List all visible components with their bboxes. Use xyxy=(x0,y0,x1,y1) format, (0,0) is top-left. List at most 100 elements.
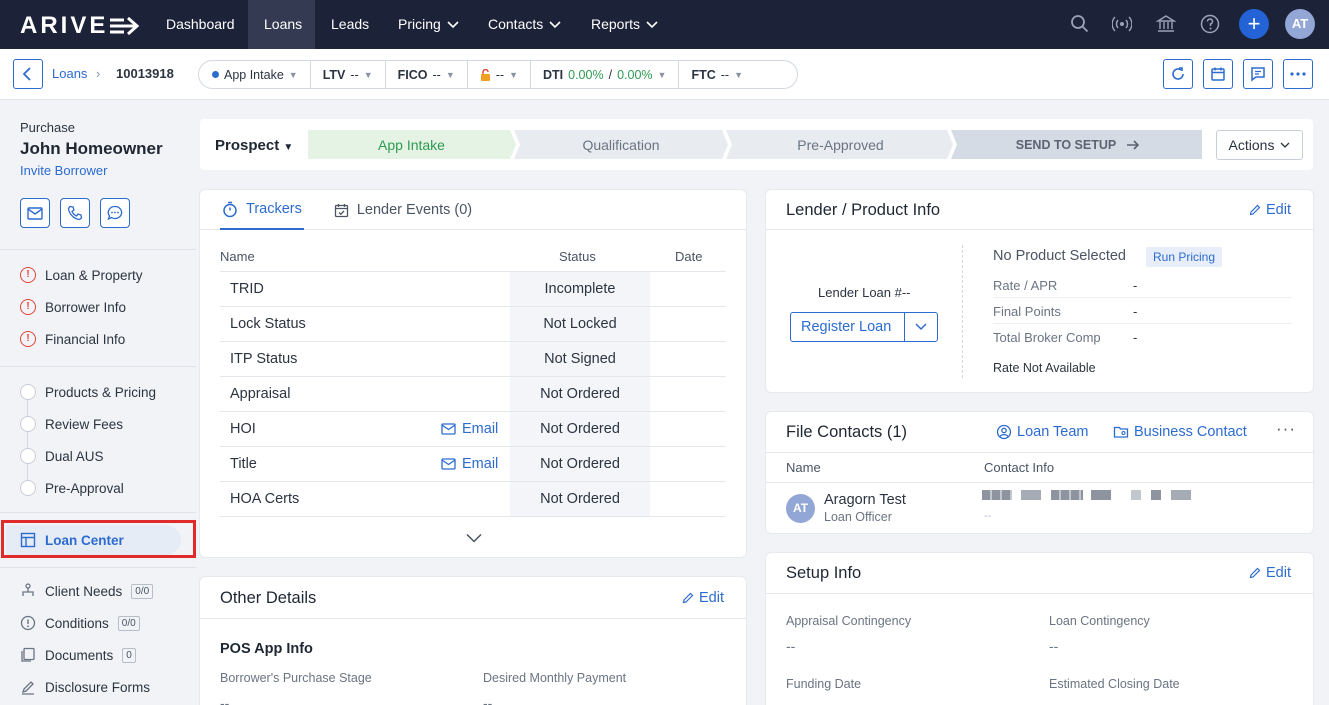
nav-label: Reports xyxy=(591,16,641,32)
register-loan-button[interactable]: Register Loan xyxy=(801,319,891,335)
other-details-title: Other Details xyxy=(220,589,317,607)
pen-icon xyxy=(21,681,34,695)
tracker-status: Not Signed xyxy=(510,342,650,376)
bank-icon[interactable] xyxy=(1156,14,1176,34)
refresh-icon xyxy=(1172,67,1184,80)
send-to-setup-button[interactable]: SEND TO SETUP xyxy=(954,130,1202,159)
sidebar-item-loan-property[interactable]: ! Loan & Property xyxy=(20,264,143,286)
calendar-button[interactable] xyxy=(1203,59,1233,89)
stage-app-intake[interactable]: App Intake xyxy=(308,130,515,159)
final-points-label: Final Points xyxy=(993,304,1061,319)
email-hoi-link[interactable]: Email xyxy=(441,421,498,437)
sidebar-item-conditions[interactable]: Conditions 0/0 xyxy=(20,612,140,634)
sidebar-item-client-needs[interactable]: Client Needs 0/0 xyxy=(20,580,154,602)
column-header-date[interactable]: Date xyxy=(675,249,702,264)
step-circle-icon xyxy=(20,416,36,432)
sidebar-item-pre-approval[interactable]: Pre-Approval xyxy=(20,477,124,499)
dti-separator: / xyxy=(608,67,613,82)
tab-lender-events[interactable]: Lender Events (0) xyxy=(334,190,472,230)
search-icon[interactable] xyxy=(1070,14,1090,34)
contacts-more-button[interactable]: ··· xyxy=(1276,419,1296,439)
sidebar-divider xyxy=(0,366,196,367)
column-header-name[interactable]: Name xyxy=(220,249,255,264)
tracker-row-title[interactable]: Title Email Not Ordered xyxy=(220,446,726,481)
contact-name[interactable]: Aragorn Test xyxy=(824,492,906,508)
rate-apr-value: - xyxy=(1133,278,1138,293)
loan-team-button[interactable]: Loan Team xyxy=(996,424,1088,440)
phone-icon xyxy=(67,205,83,221)
back-button[interactable] xyxy=(13,59,43,89)
email-label: Email xyxy=(462,421,499,437)
ltv-pill[interactable]: LTV -- ▼ xyxy=(311,61,386,88)
sidebar-item-financial-info[interactable]: ! Financial Info xyxy=(20,328,125,350)
tracker-row-appraisal[interactable]: Appraisal Not Ordered xyxy=(220,376,726,411)
tracker-row-itp-status[interactable]: ITP Status Not Signed xyxy=(220,341,726,376)
count-badge: 0/0 xyxy=(131,583,154,599)
actions-dropdown[interactable]: Actions xyxy=(1216,130,1303,160)
message-button[interactable] xyxy=(1243,59,1273,89)
stage-pre-approved[interactable]: Pre-Approved xyxy=(727,130,954,159)
chevron-down-icon[interactable] xyxy=(915,323,927,331)
sidebar-item-label: Documents xyxy=(45,647,114,663)
chat-borrower-button[interactable] xyxy=(100,198,130,228)
sidebar-item-dual-aus[interactable]: Dual AUS xyxy=(20,445,104,467)
refresh-button[interactable] xyxy=(1163,59,1193,89)
fico-pill[interactable]: FICO -- ▼ xyxy=(386,61,468,88)
purchase-stage-label: Borrower's Purchase Stage xyxy=(220,671,372,685)
sidebar-item-borrower-info[interactable]: ! Borrower Info xyxy=(20,296,126,318)
sidebar-item-review-fees[interactable]: Review Fees xyxy=(20,413,123,435)
more-options-button[interactable] xyxy=(1283,59,1313,89)
other-details-edit-button[interactable]: Edit xyxy=(682,590,724,606)
tracker-row-lock-status[interactable]: Lock Status Not Locked xyxy=(220,306,726,341)
ftc-label: FTC xyxy=(691,67,716,82)
rate-not-available: Rate Not Available xyxy=(993,361,1096,375)
email-title-link[interactable]: Email xyxy=(441,456,498,472)
lender-edit-button[interactable]: Edit xyxy=(1249,202,1291,218)
sidebar-item-products-pricing[interactable]: Products & Pricing xyxy=(20,381,156,403)
stage-pill[interactable]: App Intake ▼ xyxy=(199,61,311,88)
contact-avatar: AT xyxy=(786,494,815,523)
help-icon[interactable] xyxy=(1200,14,1220,34)
call-borrower-button[interactable] xyxy=(60,198,90,228)
tab-trackers[interactable]: Trackers xyxy=(220,190,304,230)
breadcrumb-loans-link[interactable]: Loans xyxy=(52,66,87,81)
nav-loans[interactable]: Loans xyxy=(248,0,315,49)
dti-front-value: 0.00% xyxy=(568,67,604,82)
expand-chevron-icon[interactable] xyxy=(466,533,482,543)
nav-dashboard[interactable]: Dashboard xyxy=(150,0,251,49)
purchase-stage-value: -- xyxy=(220,695,230,705)
email-borrower-button[interactable] xyxy=(20,198,50,228)
nav-reports[interactable]: Reports xyxy=(575,0,674,49)
add-button[interactable]: + xyxy=(1239,9,1269,39)
user-avatar[interactable]: AT xyxy=(1285,9,1315,39)
stage-qualification[interactable]: Qualification xyxy=(515,130,727,159)
tracker-name: Title xyxy=(230,456,257,472)
status-dropdown[interactable]: Prospect ▼ xyxy=(215,137,293,154)
sidebar-item-documents[interactable]: Documents 0 xyxy=(20,644,136,666)
message-icon xyxy=(1251,67,1265,82)
dti-pill[interactable]: DTI 0.00% / 0.00% ▼ xyxy=(531,61,680,88)
lock-pill[interactable]: -- ▼ xyxy=(468,61,531,88)
broadcast-icon[interactable] xyxy=(1112,14,1132,34)
mail-icon xyxy=(441,458,456,470)
nav-pricing[interactable]: Pricing xyxy=(382,0,475,49)
stopwatch-icon xyxy=(223,201,237,217)
run-pricing-button[interactable]: Run Pricing xyxy=(1146,247,1223,267)
sidebar-item-label: Financial Info xyxy=(45,331,126,347)
tracker-row-trid[interactable]: TRID Incomplete xyxy=(220,271,726,306)
business-contact-button[interactable]: Business Contact xyxy=(1113,424,1247,440)
sidebar-item-label: Client Needs xyxy=(45,583,123,599)
fico-value: -- xyxy=(432,67,441,82)
tracker-row-hoi[interactable]: HOI Email Not Ordered xyxy=(220,411,726,446)
sidebar-item-disclosure-forms[interactable]: Disclosure Forms xyxy=(20,676,150,698)
arive-logo[interactable]: ARIVE xyxy=(20,12,142,40)
setup-edit-button[interactable]: Edit xyxy=(1249,565,1291,581)
column-header-status[interactable]: Status xyxy=(559,249,596,264)
nav-leads[interactable]: Leads xyxy=(315,0,385,49)
nav-contacts[interactable]: Contacts xyxy=(472,0,577,49)
ftc-pill[interactable]: FTC -- ▼ xyxy=(679,61,755,88)
invite-borrower-link[interactable]: Invite Borrower xyxy=(20,163,107,178)
error-icon: ! xyxy=(20,331,36,347)
tab-label: Lender Events (0) xyxy=(356,202,473,218)
tracker-row-hoa-certs[interactable]: HOA Certs Not Ordered xyxy=(220,481,726,517)
